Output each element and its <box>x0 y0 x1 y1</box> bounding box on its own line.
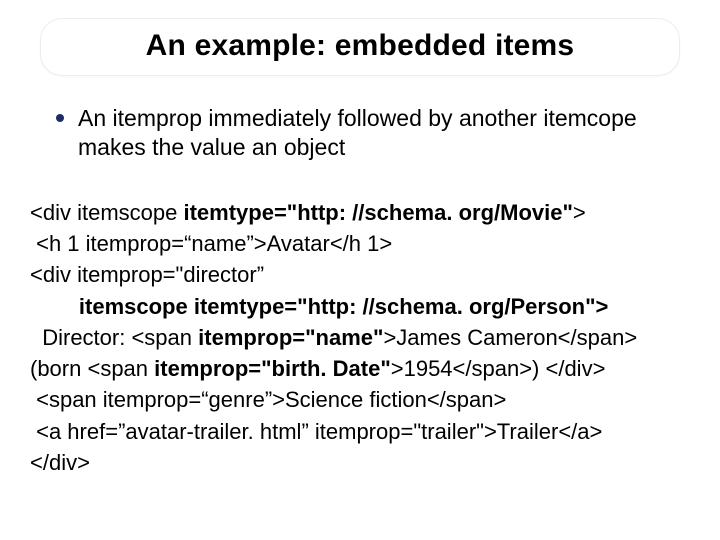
code-text: >James Cameron</span> <box>383 325 637 350</box>
code-indent <box>30 294 79 319</box>
code-line-9: </div> <box>30 447 690 478</box>
code-line-4: itemscope itemtype="http: //schema. org/… <box>30 291 690 322</box>
code-line-1: <div itemscope itemtype="http: //schema.… <box>30 197 690 228</box>
slide-title: An example: embedded items <box>67 29 653 63</box>
code-text: <div itemscope <box>30 200 183 225</box>
bullet-icon <box>56 114 64 122</box>
code-text: Director: <span <box>30 325 198 350</box>
code-bold: itemprop="name" <box>198 325 383 350</box>
code-block: <div itemscope itemtype="http: //schema.… <box>30 197 690 478</box>
code-line-8: <a href=”avatar-trailer. html” itemprop=… <box>30 416 690 447</box>
code-line-5: Director: <span itemprop="name">James Ca… <box>30 322 690 353</box>
code-line-7: <span itemprop=“genre”>Science fiction</… <box>30 384 690 415</box>
bullet-text: An itemprop immediately followed by anot… <box>78 104 664 163</box>
code-text: > <box>573 200 586 225</box>
code-line-6: (born <span itemprop="birth. Date">1954<… <box>30 353 690 384</box>
code-line-3: <div itemprop="director” <box>30 259 690 290</box>
code-bold: itemprop="birth. Date" <box>154 356 391 381</box>
code-line-2: <h 1 itemprop=“name”>Avatar</h 1> <box>30 228 690 259</box>
code-text: (born <span <box>30 356 154 381</box>
title-container: An example: embedded items <box>40 18 680 76</box>
code-bold: itemtype="http: //schema. org/Movie" <box>183 200 572 225</box>
code-text: >1954</span>) </div> <box>391 356 606 381</box>
code-bold: itemscope itemtype="http: //schema. org/… <box>79 294 608 319</box>
slide: An example: embedded items An itemprop i… <box>0 18 720 540</box>
bullet-row: An itemprop immediately followed by anot… <box>56 104 664 163</box>
